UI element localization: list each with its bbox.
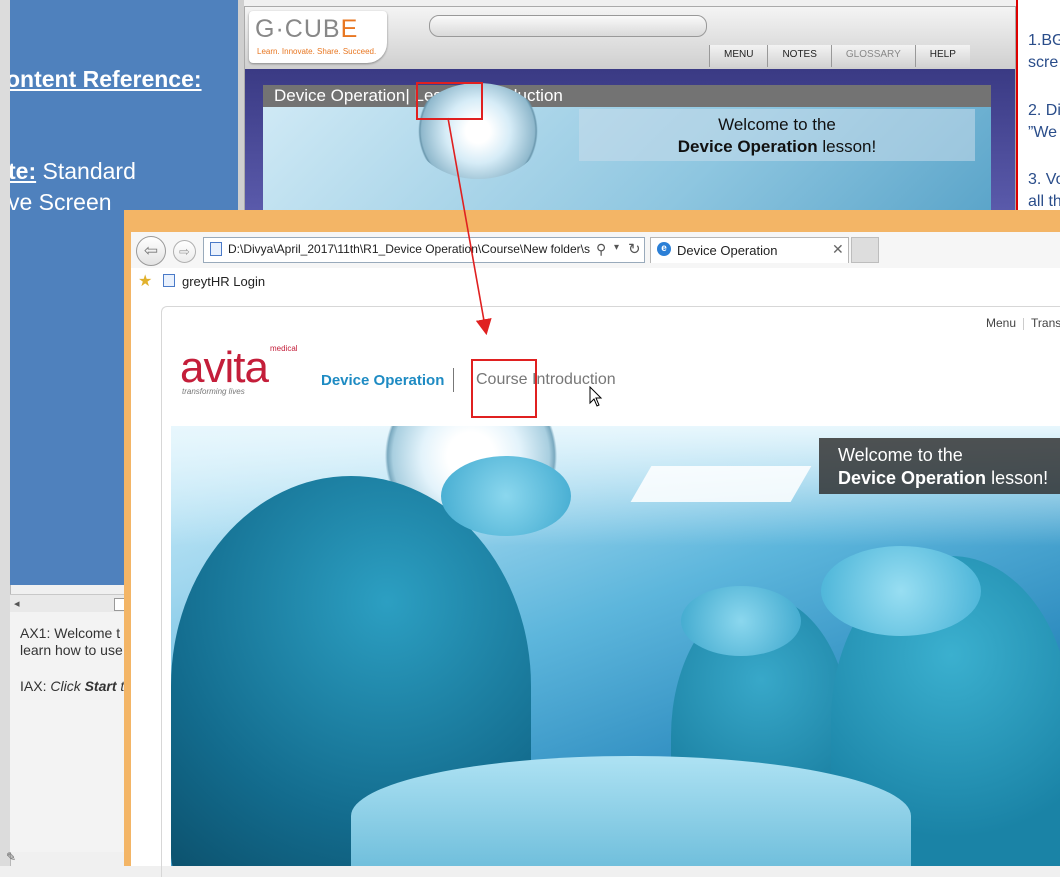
instructions-panel: 1.BG scre 2. Di ”We 3. Vo all th — [1016, 0, 1060, 230]
gcube-header: G·CUBE Learn. Innovate. Share. Succeed. … — [245, 7, 1015, 69]
welcome-line1: Welcome to the — [838, 445, 963, 465]
ie-favicon-icon: e — [657, 242, 671, 256]
gcube-welcome-line1: Welcome to the — [718, 115, 836, 134]
notes-iax-click: Click — [50, 678, 85, 694]
gcube-help-button[interactable]: HELP — [914, 45, 970, 67]
gcube-menu-bar: MENU NOTES GLOSSARY HELP — [709, 45, 970, 67]
gcube-notes-button[interactable]: NOTES — [767, 45, 831, 67]
gcube-welcome-bold: Device Operation — [677, 137, 818, 156]
notes-iax-start: Start — [84, 678, 117, 694]
chevron-down-icon[interactable]: ▾ — [614, 242, 619, 253]
surgeon-cap-image — [441, 456, 571, 536]
instruction-line: all th — [1028, 193, 1060, 210]
notes-iax-line: IAX: Click Start t — [20, 677, 124, 695]
avita-logo-word: avita — [180, 343, 269, 392]
scroll-left-icon[interactable]: ◂ — [14, 597, 20, 610]
operating-table-image — [351, 756, 911, 866]
breadcrumb-divider — [453, 368, 454, 392]
refresh-icon[interactable]: ↻ — [628, 240, 641, 258]
favorites-bar: ★ greytHR Login — [131, 268, 1060, 295]
favorite-greythr-login[interactable]: greytHR Login — [182, 274, 265, 289]
instruction-line: 3. Vo — [1028, 171, 1060, 188]
avita-logo-medical: medical — [270, 344, 298, 353]
template-value: Standard — [36, 158, 136, 184]
instruction-line: 2. Di — [1028, 102, 1060, 119]
content-reference-heading: ontent Reference: — [10, 66, 202, 92]
assistant-cap-image — [821, 546, 981, 636]
template-label: te: — [10, 158, 37, 184]
search-icon[interactable]: ⚲ — [596, 241, 606, 258]
address-bar[interactable]: D:\Divya\April_2017\11th\R1_Device Opera… — [203, 237, 645, 263]
nurse-cap-image — [681, 586, 801, 656]
avita-logo-tagline: transforming lives — [182, 387, 245, 396]
menu-divider — [1023, 317, 1025, 330]
tab-device-operation[interactable]: e Device Operation ✕ — [650, 237, 849, 263]
gcube-logo-tagline: Learn. Innovate. Share. Succeed. — [257, 47, 377, 56]
back-arrow-icon[interactable]: ⇦ — [136, 236, 166, 266]
forward-arrow-icon[interactable]: ⇨ — [173, 240, 196, 263]
welcome-bold: Device Operation — [838, 468, 987, 488]
favorites-star-icon[interactable]: ★ — [138, 271, 152, 291]
gcube-welcome-rest: lesson! — [817, 137, 877, 156]
gcube-hero-image: Welcome to the Device Operation lesson! — [263, 83, 991, 217]
gcube-welcome-box: Welcome to the Device Operation lesson! — [579, 109, 975, 161]
ceiling-light-image — [630, 466, 812, 502]
gcube-logo: G·CUBE Learn. Innovate. Share. Succeed. — [249, 11, 387, 63]
highlight-box-lesson — [416, 82, 483, 120]
notes-ax1-line2: learn how to use — [20, 642, 123, 658]
course-transcript-link[interactable]: Trans — [1031, 316, 1060, 330]
gcube-logo-text: G·CUB — [255, 15, 341, 43]
hero-image: Welcome to the Device Operation lesson! — [171, 426, 1060, 866]
instruction-line: 1.BG — [1028, 32, 1060, 49]
tab-label[interactable]: Device Operation — [677, 243, 777, 258]
browser-window: ⇦ ⇨ D:\Divya\April_2017\11th\R1_Device O… — [124, 210, 1060, 877]
edit-notes-icon[interactable]: ✎ — [6, 850, 16, 864]
highlight-box-course — [471, 359, 537, 418]
screen-type-line: ve Screen — [10, 189, 112, 215]
address-url[interactable]: D:\Divya\April_2017\11th\R1_Device Opera… — [228, 242, 590, 256]
instruction-line: scre — [1028, 54, 1059, 71]
avita-logo: medical avita transforming lives — [180, 343, 298, 396]
gcube-welcome-line2: Device Operation lesson! — [579, 137, 975, 157]
notes-ax1-line1: AX1: Welcome t — [20, 625, 121, 641]
gcube-logo-text-accent: E — [340, 15, 359, 43]
page-icon — [210, 242, 222, 256]
welcome-rest: lesson! — [986, 468, 1049, 488]
gcube-player-preview: G·CUBE Learn. Innovate. Share. Succeed. … — [244, 6, 1016, 218]
instruction-line: ”We — [1028, 124, 1058, 141]
notes-iax-prefix: IAX: — [20, 678, 51, 694]
new-tab-button[interactable] — [851, 237, 879, 263]
gcube-breadcrumb-title: Device Operation — [274, 86, 406, 105]
browser-toolbar: ⇦ ⇨ D:\Divya\April_2017\11th\R1_Device O… — [131, 232, 1060, 268]
welcome-line2: Device Operation lesson! — [838, 468, 1048, 489]
template-line: te: Standard — [10, 158, 136, 185]
course-menu-link[interactable]: Menu — [986, 316, 1016, 330]
breadcrumb-title: Device Operation — [321, 372, 445, 389]
gcube-stage: Device Operation| Lesson Introduction We… — [245, 69, 1015, 217]
speaker-notes[interactable]: AX1: Welcome t learn how to use IAX: Cli… — [10, 612, 128, 852]
horizontal-scrollbar[interactable]: ◂ — [10, 594, 128, 614]
course-top-menu: Menu Trans — [986, 316, 1060, 330]
close-icon[interactable]: ✕ — [832, 241, 844, 258]
page-icon — [163, 274, 175, 287]
browser-body: ⇦ ⇨ D:\Divya\April_2017\11th\R1_Device O… — [131, 232, 1060, 877]
gcube-menu-button[interactable]: MENU — [709, 45, 768, 67]
course-page: Menu Trans medical avita transforming liv… — [131, 294, 1060, 877]
gcube-glossary-button[interactable]: GLOSSARY — [830, 45, 915, 67]
gcube-progress-bar — [429, 15, 707, 37]
welcome-banner: Welcome to the Device Operation lesson! — [819, 438, 1060, 494]
gcube-breadcrumb: Device Operation| Lesson Introduction — [263, 85, 991, 107]
